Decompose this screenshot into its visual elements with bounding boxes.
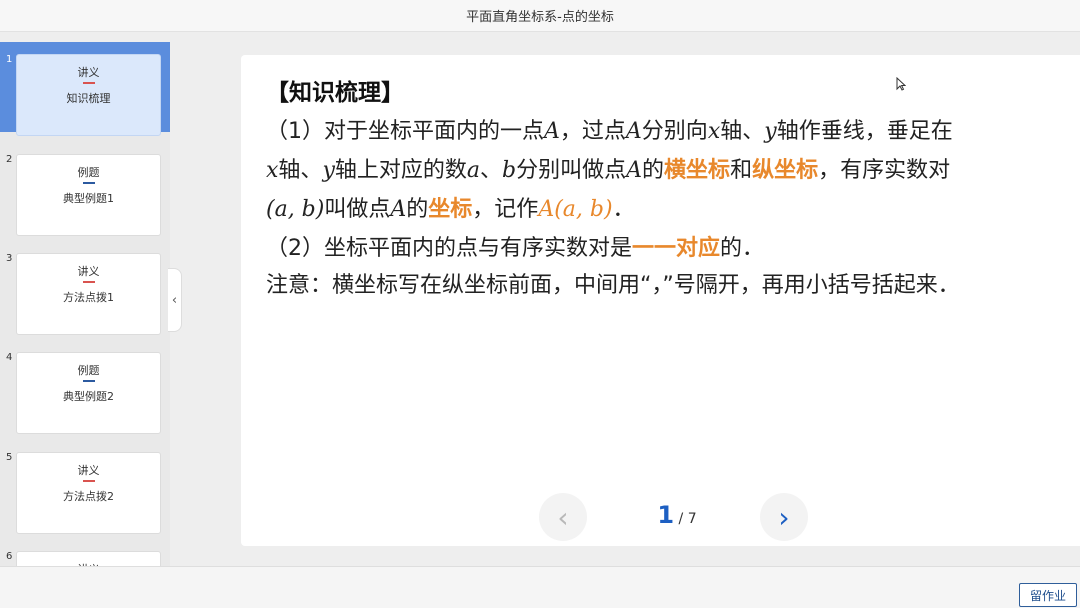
slide-card[interactable]: 讲义 知识梳理 [16,54,161,136]
slide-card[interactable]: 例题 典型例题2 [16,352,161,434]
slide-thumb-1[interactable]: 1 讲义 知识梳理 [0,42,170,136]
slide-thumb-2[interactable]: 2 例题 典型例题1 [0,142,170,236]
slide-card[interactable]: 讲义 方法点拨2 [16,452,161,534]
window-title: 平面直角坐标系-点的坐标 [466,10,614,25]
slide-card[interactable]: 讲义 方法点拨1 [16,253,161,335]
slide-type-marker [82,480,95,482]
slide-type-marker [82,281,95,283]
current-page: 1 [657,501,675,529]
content-line-5: 注意：横坐标写在纵坐标前面，中间用“，”号隔开，再用小括号括起来． [266,267,960,299]
slide-title: 典型例题1 [63,192,114,205]
section-title: 【知识梳理】 [266,80,404,106]
content-line-4: （2）坐标平面内的点与有序实数对是一一对应的． [266,236,765,261]
prev-page-button[interactable]: ‹ [539,493,587,541]
highlight-term: 纵坐标 [752,158,819,183]
slide-number: 1 [6,54,13,65]
mouse-cursor-icon [896,77,906,91]
slide-thumb-6[interactable]: 6 讲义 [0,539,170,566]
slide-title: 知识梳理 [66,92,111,105]
content-line-1: （1）对于坐标平面内的一点A，过点A分别向x轴、y轴作垂线，垂足在 [266,119,953,144]
slide-type-marker [82,82,95,84]
sidebar-collapse-button[interactable]: ‹ [168,268,182,332]
slide-type-label: 讲义 [77,464,100,477]
chevron-left-icon: ‹ [171,292,178,308]
slide-content-card: 【知识梳理】 （1）对于坐标平面内的一点A，过点A分别向x轴、y轴作垂线，垂足在… [241,55,1080,546]
chevron-left-icon: ‹ [557,500,569,534]
slide-type-label: 讲义 [77,66,100,79]
total-pages: / 7 [674,511,697,527]
chevron-right-icon: › [778,500,790,534]
slide-number: 5 [6,452,13,463]
page-indicator: 1 / 7 [647,501,707,529]
slide-sidebar: 1 讲义 知识梳理 2 例题 典型例题1 3 讲义 方法点拨1 4 例题 典型例… [0,42,170,566]
slide-thumb-5[interactable]: 5 讲义 方法点拨2 [0,440,170,534]
slide-title: 方法点拨2 [63,490,114,503]
highlight-term: 一一对应 [632,236,721,261]
slide-number: 2 [6,154,13,165]
slide-number: 3 [6,253,13,264]
window-title-bar: 平面直角坐标系-点的坐标 [0,0,1080,32]
slide-thumb-3[interactable]: 3 讲义 方法点拨1 [0,241,170,335]
slide-title: 方法点拨1 [63,291,114,304]
highlight-math: A(a, b) [538,197,613,222]
slide-type-label: 例题 [77,364,100,377]
content-line-2: x轴、y轴上对应的数a、b分别叫做点A的横坐标和纵坐标，有序实数对 [266,158,951,183]
slide-type-label: 例题 [77,166,100,179]
slide-number: 4 [6,352,13,363]
highlight-term: 横坐标 [664,158,731,183]
slide-card[interactable]: 讲义 [16,551,161,566]
assign-homework-button[interactable]: 留作业 [1019,583,1077,607]
slide-type-marker [82,182,95,184]
bottom-toolbar: 留作业 [0,566,1080,608]
slide-title: 典型例题2 [63,390,114,403]
slide-type-marker [82,380,95,382]
slide-type-label: 讲义 [77,265,100,278]
next-page-button[interactable]: › [760,493,808,541]
slide-card[interactable]: 例题 典型例题1 [16,154,161,236]
highlight-term: 坐标 [428,197,473,222]
note-text: 注意：横坐标写在纵坐标前面，中间用“，”号隔开，再用小括号括起来． [266,273,960,298]
content-line-3: (a, b)叫做点A的坐标，记作A(a, b)． [266,197,635,222]
slide-pager: ‹ 1 / 7 › [539,493,813,541]
slide-thumb-4[interactable]: 4 例题 典型例题2 [0,340,170,434]
slide-number: 6 [6,551,13,562]
